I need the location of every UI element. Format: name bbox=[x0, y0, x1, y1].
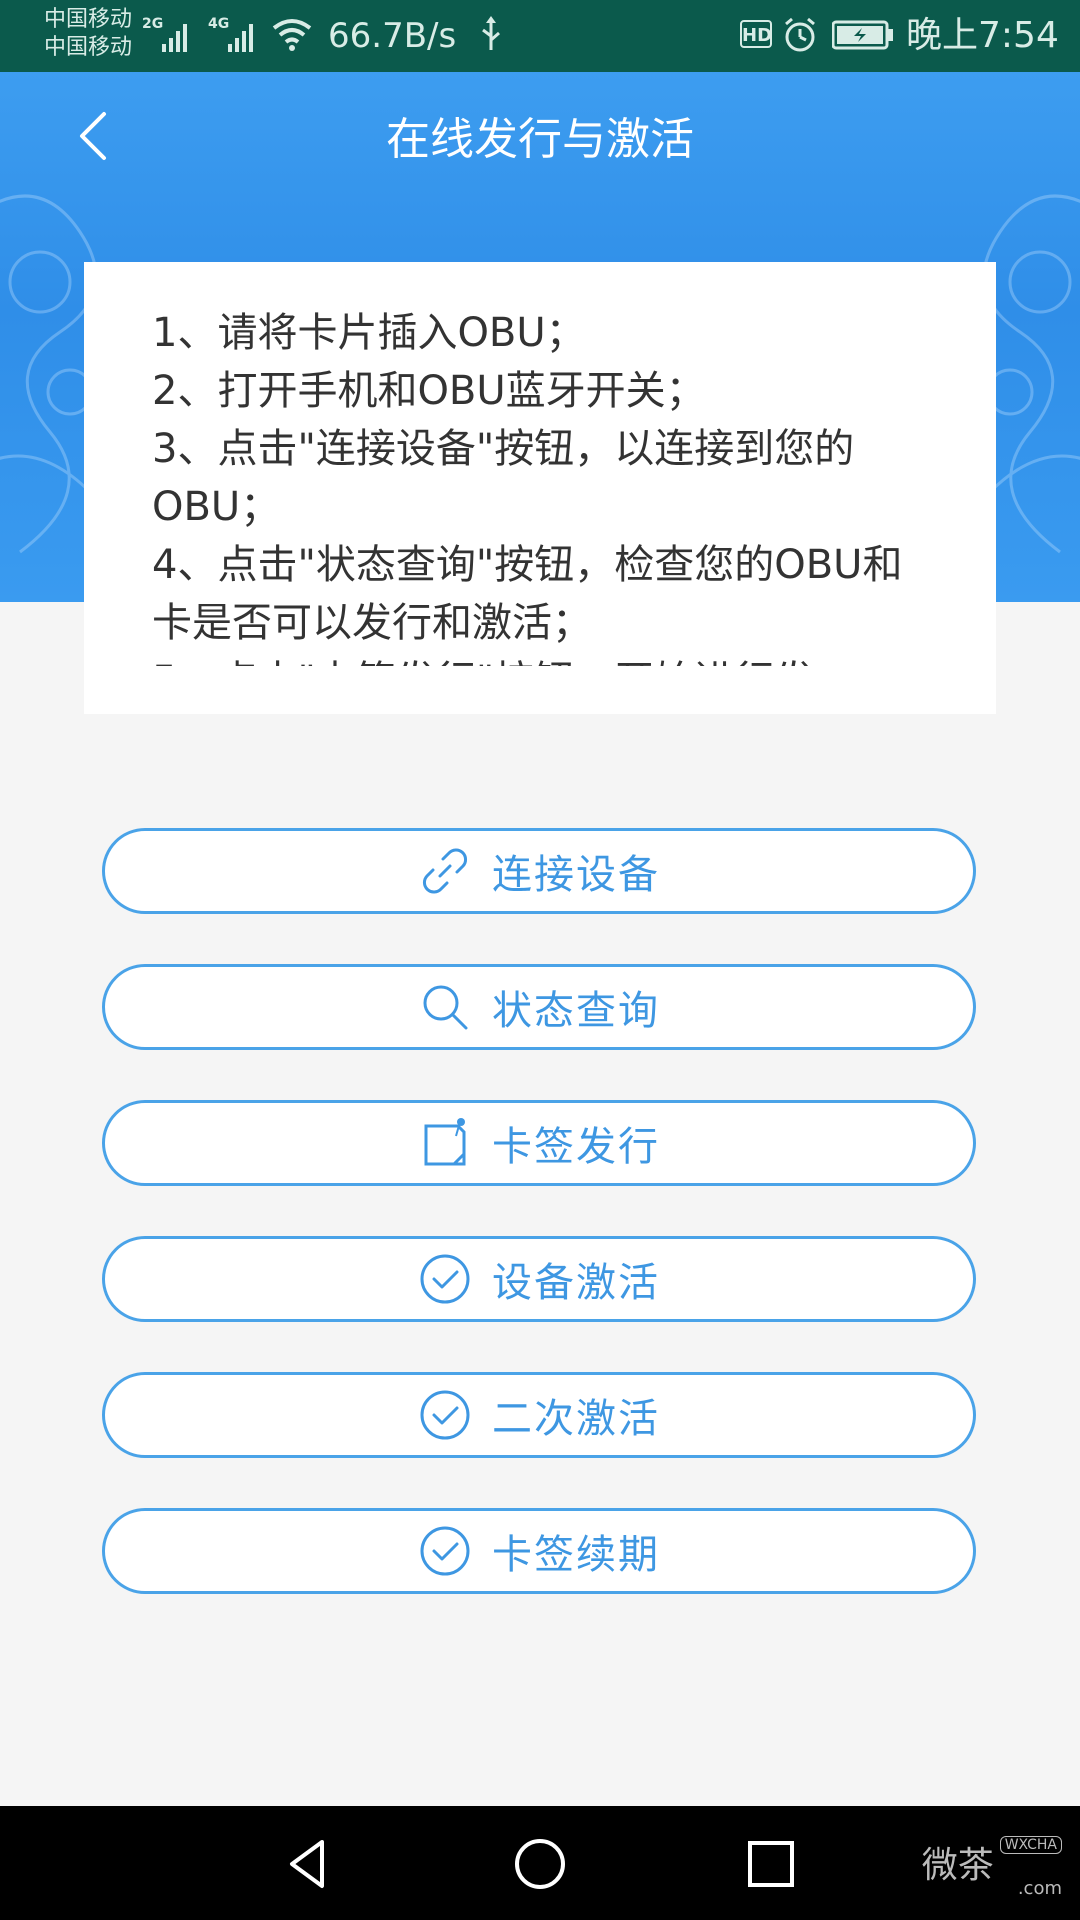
watermark: 微茶 WXCHA .com bbox=[922, 1836, 1062, 1899]
device-activate-label: 设备激活 bbox=[492, 1260, 660, 1306]
carrier-2: 中国移动 bbox=[44, 35, 133, 60]
status-query-label: 状态查询 bbox=[492, 988, 660, 1034]
second-activate-label: 二次激活 bbox=[492, 1396, 660, 1442]
signal-4g-icon: 4G bbox=[208, 16, 253, 52]
search-icon bbox=[418, 980, 472, 1034]
watermark-badge: WXCHA bbox=[999, 1836, 1062, 1854]
instruction-step-5: 5、点击"卡签发行"按钮，开始进行发 bbox=[152, 652, 942, 666]
check-circle-icon bbox=[418, 1252, 472, 1306]
check-circle-icon bbox=[418, 1388, 472, 1442]
net-2g-label: 2G bbox=[142, 16, 163, 32]
status-query-button[interactable]: 状态查询 bbox=[102, 964, 976, 1050]
signal-2g-icon: 2G bbox=[142, 16, 187, 52]
link-icon bbox=[418, 844, 472, 898]
instruction-list[interactable]: 1、请将卡片插入OBU； 2、打开手机和OBU蓝牙开关； 3、点击"连接设备"按… bbox=[152, 304, 942, 666]
instruction-step-1: 1、请将卡片插入OBU； bbox=[152, 310, 586, 356]
device-activate-button[interactable]: 设备激活 bbox=[102, 1236, 976, 1322]
battery-charging-icon bbox=[832, 20, 893, 50]
watermark-text: 微茶 bbox=[921, 1845, 994, 1886]
carrier-labels: 中国移动 中国移动 bbox=[44, 6, 132, 62]
document-pin-icon bbox=[418, 1116, 472, 1170]
usb-icon bbox=[482, 16, 500, 50]
alarm-icon bbox=[785, 17, 815, 52]
nav-back-icon[interactable] bbox=[282, 1838, 334, 1890]
system-navigation-bar: 微茶 WXCHA .com bbox=[0, 1806, 1080, 1920]
card-issue-label: 卡签发行 bbox=[492, 1124, 660, 1170]
carrier-1: 中国移动 bbox=[44, 7, 133, 32]
card-issue-button[interactable]: 卡签发行 bbox=[102, 1100, 976, 1186]
nav-recents-icon[interactable] bbox=[746, 1838, 796, 1890]
network-speed: 66.7B/s bbox=[328, 16, 457, 56]
page-title: 在线发行与激活 bbox=[386, 114, 694, 165]
instruction-step-4: 4、点击"状态查询"按钮，检查您的OBU和卡是否可以发行和激活； bbox=[152, 542, 903, 646]
check-circle-icon bbox=[418, 1524, 472, 1578]
connect-device-label: 连接设备 bbox=[492, 852, 660, 898]
net-4g-label: 4G bbox=[208, 16, 229, 32]
card-renew-button[interactable]: 卡签续期 bbox=[102, 1508, 976, 1594]
instruction-step-3: 3、点击"连接设备"按钮，以连接到您的OBU； bbox=[152, 426, 855, 530]
hd-icon: HD bbox=[740, 20, 772, 48]
nav-home-icon[interactable] bbox=[512, 1838, 568, 1890]
connect-device-button[interactable]: 连接设备 bbox=[102, 828, 976, 914]
wifi-icon bbox=[272, 19, 312, 51]
card-renew-label: 卡签续期 bbox=[492, 1532, 660, 1578]
instruction-card: 1、请将卡片插入OBU； 2、打开手机和OBU蓝牙开关； 3、点击"连接设备"按… bbox=[84, 262, 996, 714]
clock: 晚上7:54 bbox=[906, 15, 1059, 56]
instruction-step-2: 2、打开手机和OBU蓝牙开关； bbox=[152, 368, 706, 414]
status-bar: 中国移动 中国移动 2G 4G 66.7B/s HD 晚上7:54 bbox=[0, 0, 1080, 72]
second-activate-button[interactable]: 二次激活 bbox=[102, 1372, 976, 1458]
